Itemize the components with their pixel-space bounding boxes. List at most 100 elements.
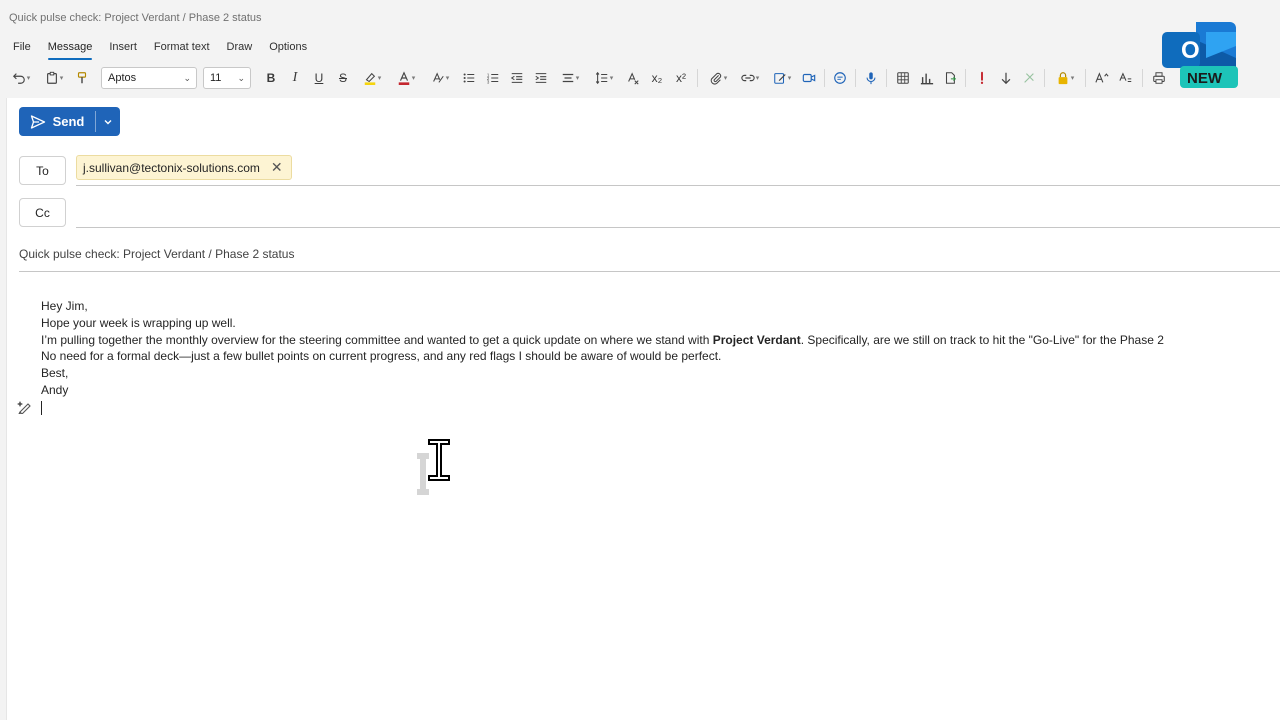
body-name: Andy [41,382,69,397]
link-button[interactable]: ▾ [734,66,766,90]
tab-draw[interactable]: Draw [227,38,253,58]
bold-button[interactable]: B [259,66,283,90]
toolbar-divider [824,69,825,87]
sensitivity-button[interactable] [1018,66,1040,90]
comment-button[interactable] [829,66,851,90]
strikethrough-button[interactable]: S [331,66,355,90]
toolbar-divider [965,69,966,87]
superscript-button[interactable]: x² [669,66,693,90]
highlight-icon [364,72,375,85]
increase-indent-button[interactable] [529,66,553,90]
message-body[interactable]: Hey Jim, Hope your week is wrapping up w… [41,298,1164,415]
toolbar-divider [1044,69,1045,87]
paste-icon [46,71,57,84]
signature-button[interactable]: ▾ [766,66,798,90]
toolbar-divider [855,69,856,87]
body-line-2: I’m pulling together the monthly overvie… [41,332,1164,349]
undo-button[interactable]: ▾ [5,66,37,90]
compose-pane: Send To j.sullivan@tectonix-solutions.co… [6,98,1280,720]
format-painter-button[interactable] [71,66,93,90]
underline-button[interactable]: U [307,66,331,90]
send-icon [30,114,45,129]
subscript-button[interactable]: x₂ [645,66,669,90]
recipient-email: j.sullivan@tectonix-solutions.com [83,160,260,175]
dictate-icon [866,72,876,85]
subject-underline [19,271,1280,272]
font-size-icon [1095,72,1109,83]
font-family-select[interactable]: Aptos ⌄ [101,67,197,89]
sensitivity-icon [1024,73,1034,83]
send-button-group: Send [19,107,120,136]
body-line-3: No need for a formal deck—just a few bul… [41,349,722,364]
insert-button[interactable] [939,66,961,90]
font-color-icon [398,71,409,85]
meeting-icon [802,73,816,83]
body-line-2-end: . Specifically, are we still on track to… [800,332,1164,347]
project-name: Project Verdant [712,332,801,347]
font-family-value: Aptos [108,72,137,84]
chart-icon [920,73,934,85]
spacing-button[interactable]: ▾ [587,66,621,90]
window-title: Quick pulse check: Project Verdant / Pha… [9,12,262,24]
tab-file[interactable]: File [13,38,31,58]
body-line-1: Hope your week is wrapping up well. [41,315,236,330]
dictate-button[interactable] [860,66,882,90]
tab-insert[interactable]: Insert [109,38,137,58]
cc-button[interactable]: Cc [19,198,66,227]
text-effects-button[interactable] [1114,66,1138,90]
numbering-button[interactable]: 123 [481,66,505,90]
format-painter-icon [77,72,87,84]
to-field-underline[interactable] [76,185,1280,186]
text-effects-icon [1119,72,1132,83]
styles-icon [432,72,444,83]
clear-format-icon [628,72,639,85]
toolbar-divider [697,69,698,87]
decrease-indent-button[interactable] [505,66,529,90]
link-icon [741,74,755,82]
bullets-button[interactable] [457,66,481,90]
svg-text:3: 3 [487,79,490,84]
font-size-grow-button[interactable] [1090,66,1114,90]
table-icon [897,72,909,84]
tab-format-text[interactable]: Format text [154,38,210,58]
remove-recipient-icon[interactable]: ✕ [271,159,283,176]
cc-field-underline[interactable] [76,227,1280,228]
italic-button[interactable]: I [283,66,307,90]
font-size-value: 11 [210,72,222,84]
tab-options[interactable]: Options [269,38,307,58]
lock-button[interactable]: ▾ [1049,66,1081,90]
clear-format-button[interactable] [621,66,645,90]
paste-button[interactable]: ▾ [37,66,71,90]
importance-high-button[interactable] [970,66,994,90]
send-button[interactable]: Send [19,107,95,136]
chevron-down-icon: ⌄ [237,72,245,83]
copilot-draft-icon[interactable] [17,400,33,419]
body-line-2-start: I’m pulling together the monthly overvie… [41,332,713,347]
attach-button[interactable]: ▾ [702,66,734,90]
outlook-new-logo: O NEW [1160,18,1240,90]
styles-button[interactable]: ▾ [423,66,457,90]
text-caret [41,400,42,415]
chart-button[interactable] [915,66,939,90]
meeting-button[interactable] [798,66,820,90]
highlight-button[interactable]: ▾ [355,66,389,90]
insert-icon [945,72,956,84]
toolbar-divider [1142,69,1143,87]
font-size-select[interactable]: 11 ⌄ [203,67,251,89]
recipient-chip[interactable]: j.sullivan@tectonix-solutions.com ✕ [76,155,292,180]
to-button[interactable]: To [19,156,66,185]
importance-high-icon [980,71,984,84]
decrease-indent-icon [510,73,523,83]
send-options-button[interactable] [96,107,120,136]
comment-icon [834,72,846,84]
subject-field[interactable]: Quick pulse check: Project Verdant / Pha… [19,247,294,261]
importance-low-button[interactable] [994,66,1018,90]
align-button[interactable]: ▾ [553,66,587,90]
numbering-icon: 123 [487,72,499,84]
ribbon-tabs: File Message Insert Format text Draw Opt… [0,38,324,60]
table-button[interactable] [891,66,915,90]
tab-message[interactable]: Message [47,38,92,60]
logo-letter: O [1181,37,1200,64]
importance-low-icon [1001,72,1011,85]
font-color-button[interactable]: ▾ [389,66,423,90]
